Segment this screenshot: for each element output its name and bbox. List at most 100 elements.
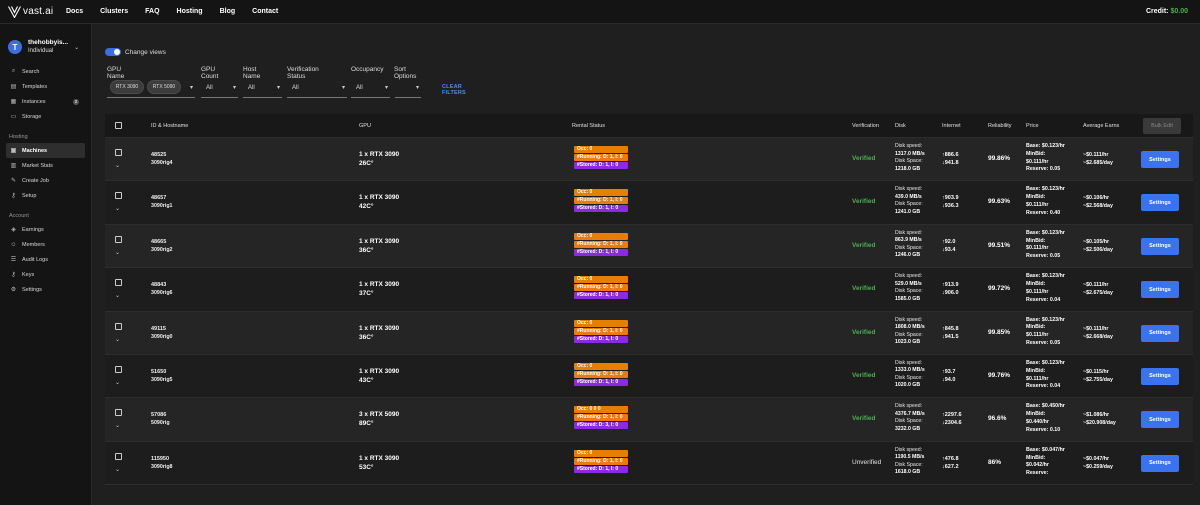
sidebar-item-machines[interactable]: ▣ Machines (6, 143, 85, 158)
account-switcher[interactable]: T thehobbyis... Individual ⌄ (0, 24, 91, 60)
sidebar-item-search[interactable]: ⌕ Search (6, 64, 85, 79)
host-name-select[interactable]: All ▾ (243, 79, 282, 98)
expand-chevron-icon[interactable]: ⌄ (115, 422, 120, 429)
base-price: Base: $0.123/hr (1026, 273, 1065, 280)
table-row[interactable]: ⌄ 48665 3090rig2 1 x RTX 3090 36C° Occ: 0 #Run… (105, 224, 1193, 269)
settings-button[interactable]: Settings (1141, 367, 1179, 385)
col-rental-status[interactable]: Rental Status (572, 123, 605, 129)
col-disk[interactable]: Disk (895, 123, 906, 129)
row-checkbox[interactable] (115, 279, 122, 287)
table-row[interactable]: ⌄ 48843 3090rig6 1 x RTX 3090 37C° Occ: 0 #Run… (105, 268, 1193, 312)
gpu-chip[interactable]: RTX 5090 (147, 80, 181, 94)
table-row[interactable]: ⌄ 48525 3090rig4 1 x RTX 3090 26C° Occ: 0 #Run… (105, 138, 1193, 182)
settings-button[interactable]: Settings (1141, 411, 1179, 429)
sidebar-item-audit-logs[interactable]: ☰ Audit Logs (6, 252, 85, 267)
settings-button[interactable]: Settings (1141, 454, 1179, 472)
nav-blog[interactable]: Blog (220, 8, 236, 15)
avatar: T (8, 40, 22, 54)
expand-chevron-icon[interactable]: ⌄ (115, 379, 120, 386)
expand-chevron-icon[interactable]: ⌄ (115, 249, 120, 256)
clear-filters-button[interactable]: CLEAR FILTERS (442, 84, 466, 96)
nav-clusters[interactable]: Clusters (100, 8, 128, 15)
reliability: 99.51% (988, 241, 1011, 249)
sidebar-item-settings[interactable]: ⚙ Settings (6, 282, 85, 297)
col-gpu[interactable]: GPU (359, 123, 371, 129)
table-row[interactable]: ⌄ 48657 3090rig1 1 x RTX 3090 42C° Occ: 0 #Run… (105, 181, 1193, 225)
sidebar-item-create-job[interactable]: ✎ Create Job (6, 173, 85, 188)
gpu-chip[interactable]: RTX 3090 (110, 80, 144, 94)
account-name: thehobbyis... (28, 39, 69, 46)
sidebar-item-keys[interactable]: ⚷ Keys (6, 267, 85, 282)
expand-chevron-icon[interactable]: ⌄ (115, 205, 120, 212)
download-speed: ↓941.5 (942, 333, 959, 340)
bulk-edit-button[interactable]: Bulk Edit (1143, 118, 1181, 134)
table-row[interactable]: ⌄ 49115 3090rig0 1 x RTX 3090 36C° Occ: 0 #Run… (105, 311, 1193, 355)
nav-contact[interactable]: Contact (252, 8, 278, 15)
col-verification[interactable]: Verification (852, 123, 879, 129)
col-reliability[interactable]: Reliability (988, 123, 1012, 129)
settings-button[interactable]: Settings (1141, 281, 1179, 299)
sidebar-item-instances[interactable]: ▦ Instances 2 (6, 94, 85, 109)
table-row[interactable]: ⌄ 57086 5090rig 3 x RTX 5090 89C° Occ: 0 0 0 #… (105, 398, 1193, 442)
sidebar-item-label: Storage (22, 113, 42, 120)
brand-logo[interactable]: vast.ai (8, 5, 66, 18)
sidebar-item-storage[interactable]: ▭ Storage (6, 109, 85, 124)
earns-per-day: ~$2.568/day (1083, 203, 1113, 210)
expand-chevron-icon[interactable]: ⌄ (115, 336, 120, 343)
occupancy-label: Occupancy (351, 66, 384, 73)
sidebar-item-setup[interactable]: ⚷ Setup (6, 188, 85, 203)
sidebar-item-earnings[interactable]: ◈ Earnings (6, 222, 85, 237)
expand-chevron-icon[interactable]: ⌄ (115, 162, 120, 169)
settings-button[interactable]: Settings (1141, 194, 1179, 212)
row-checkbox[interactable] (115, 409, 122, 417)
gpu-count-label: GPU Count (201, 66, 219, 80)
expand-chevron-icon[interactable]: ⌄ (115, 292, 120, 299)
settings-button[interactable]: Settings (1141, 151, 1179, 168)
nav-hosting[interactable]: Hosting (177, 8, 203, 15)
earns-per-hour: ~$0.106/hr (1083, 195, 1110, 202)
col-price[interactable]: Price (1026, 123, 1039, 129)
disk-info: Disk speed: 1333.0 MB/s Disk Space: 1020.0 … (895, 359, 925, 389)
row-checkbox[interactable] (115, 192, 122, 200)
upload-speed: ↑913.9 (942, 282, 959, 289)
machines-table: ID & Hostname GPU Rental Status Verifica… (105, 114, 1193, 486)
members-icon: ☺ (10, 241, 17, 248)
col-id-hostname[interactable]: ID & Hostname (151, 123, 188, 129)
occupancy-select[interactable]: All ▾ (351, 79, 390, 98)
reserve: Reserve: 0.05 (1026, 339, 1061, 346)
sidebar-item-label: Search (22, 68, 40, 75)
change-views-toggle[interactable] (105, 48, 121, 56)
sidebar-item-label: Machines (22, 147, 48, 154)
select-all-checkbox[interactable] (115, 122, 122, 129)
chart-icon: ▥ (10, 163, 17, 169)
row-checkbox[interactable] (115, 365, 122, 373)
gpu-count-select[interactable]: All ▾ (201, 79, 238, 98)
verification-status-select[interactable]: All ▾ (287, 79, 347, 98)
sidebar-item-templates[interactable]: ▤ Templates (6, 79, 85, 94)
settings-button[interactable]: Settings (1141, 324, 1179, 342)
nav-faq[interactable]: FAQ (145, 8, 159, 15)
upload-speed: ↑93.7 (942, 368, 956, 375)
disk-info: Disk speed: 439.0 MB/s Disk Space: 1241.0 G… (895, 186, 923, 215)
disk-space: 3232.0 GB (895, 425, 921, 432)
gpu-temp: 36C° (359, 333, 374, 341)
row-checkbox[interactable] (115, 452, 122, 460)
col-average-earns[interactable]: Average Earns (1083, 123, 1119, 129)
expand-chevron-icon[interactable]: ⌄ (115, 466, 120, 473)
settings-button[interactable]: Settings (1141, 237, 1179, 255)
col-internet[interactable]: Internet (942, 123, 961, 129)
sort-options-select[interactable]: ▾ (395, 79, 421, 98)
nav-docs[interactable]: Docs (66, 8, 83, 15)
disk-info: Disk speed: 529.0 MB/s Disk Space: 1585.0 G… (895, 273, 923, 302)
sidebar-item-members[interactable]: ☺ Members (6, 237, 85, 252)
machine-id: 48665 (151, 238, 167, 245)
hostname: 3090rig4 (151, 160, 173, 166)
table-row[interactable]: ⌄ 51650 3090rig5 1 x RTX 3090 43C° Occ: 0 #Run… (105, 354, 1193, 399)
row-checkbox[interactable] (115, 149, 122, 156)
gpu-name-select[interactable]: RTX 3090 RTX 5090 ▾ (107, 79, 195, 98)
table-row[interactable]: ⌄ 115950 3090rig8 1 x RTX 3090 53C° Occ: 0 #Ru… (105, 441, 1193, 486)
sidebar-item-market-stats[interactable]: ▥ Market Stats (6, 158, 85, 173)
row-checkbox[interactable] (115, 235, 122, 243)
row-checkbox[interactable] (115, 322, 122, 330)
disk-speed: 863.9 MB/s (895, 237, 922, 244)
